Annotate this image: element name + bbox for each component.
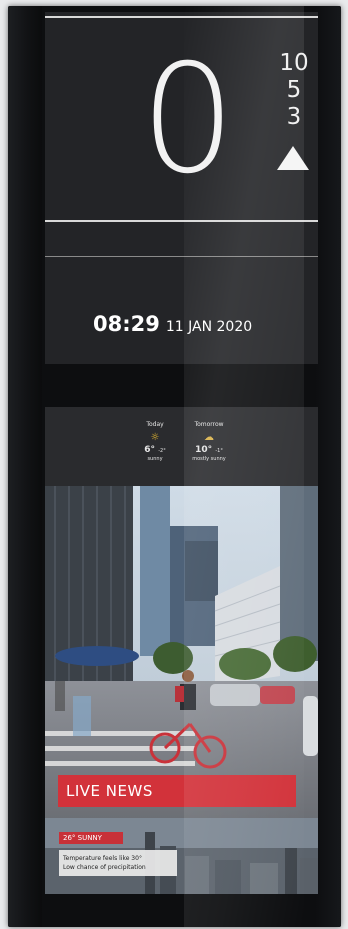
- floor-indicator-panel: 0 10 5 3 08:29 11 JAN 2020: [45, 12, 318, 364]
- weather-tomorrow: Tomorrow ☁ 10° -1° mostly sunny: [179, 421, 239, 462]
- weather-tomorrow-high: 10°: [195, 445, 213, 455]
- clock-time: 08:29: [93, 312, 160, 336]
- weather-panel: Today ☼ 6° -2° sunny Tomorrow ☁ 10° -1° …: [45, 407, 318, 486]
- forecast-line-2: Low chance of precipitation: [63, 864, 146, 871]
- display-frame: 0 10 5 3 08:29 11 JAN 2020 Today ☼ 6° -2°…: [8, 6, 341, 927]
- weather-today-condition: sunny: [147, 456, 163, 462]
- weather-today: Today ☼ 6° -2° sunny: [125, 421, 185, 462]
- weather-tomorrow-temps: 10° -1°: [179, 445, 239, 455]
- news-photo: LIVE NEWS: [45, 486, 318, 818]
- weather-tomorrow-low: -1°: [215, 448, 223, 454]
- weather-today-temps: 6° -2°: [125, 445, 185, 455]
- live-news-banner: LIVE NEWS: [58, 775, 296, 807]
- mid-divider: [45, 220, 318, 222]
- left-bezel: [8, 6, 42, 927]
- forecast-badge: 26° SUNNY: [59, 832, 123, 844]
- forecast-line-1: Temperature feels like 30°: [63, 855, 142, 862]
- triangle-up-icon: [277, 146, 309, 170]
- city-street-image: [45, 486, 318, 818]
- forecast-info: Temperature feels like 30° Low chance of…: [59, 850, 177, 876]
- clock: 08:29 11 JAN 2020: [93, 312, 252, 336]
- sun-icon: ☼: [150, 432, 160, 443]
- floor-queue-item: 5: [286, 77, 302, 103]
- clock-date: 11 JAN 2020: [165, 319, 253, 335]
- partly-cloudy-icon: ☁: [204, 432, 214, 443]
- weather-today-low: -2°: [158, 448, 166, 454]
- weather-tomorrow-label: Tomorrow: [194, 421, 224, 428]
- floor-queue-item: 3: [286, 104, 302, 130]
- weather-today-high: 6°: [144, 445, 156, 455]
- right-bezel: [315, 6, 341, 927]
- floor-queue: 10 5 3: [277, 50, 311, 131]
- floor-queue-item: 10: [279, 50, 309, 76]
- current-floor: 0: [140, 33, 236, 207]
- top-divider: [45, 16, 318, 18]
- thin-divider: [45, 256, 318, 257]
- weather-tomorrow-condition: mostly sunny: [192, 456, 226, 462]
- forecast-card: 26° SUNNY Temperature feels like 30° Low…: [45, 818, 318, 894]
- weather-today-label: Today: [146, 421, 164, 428]
